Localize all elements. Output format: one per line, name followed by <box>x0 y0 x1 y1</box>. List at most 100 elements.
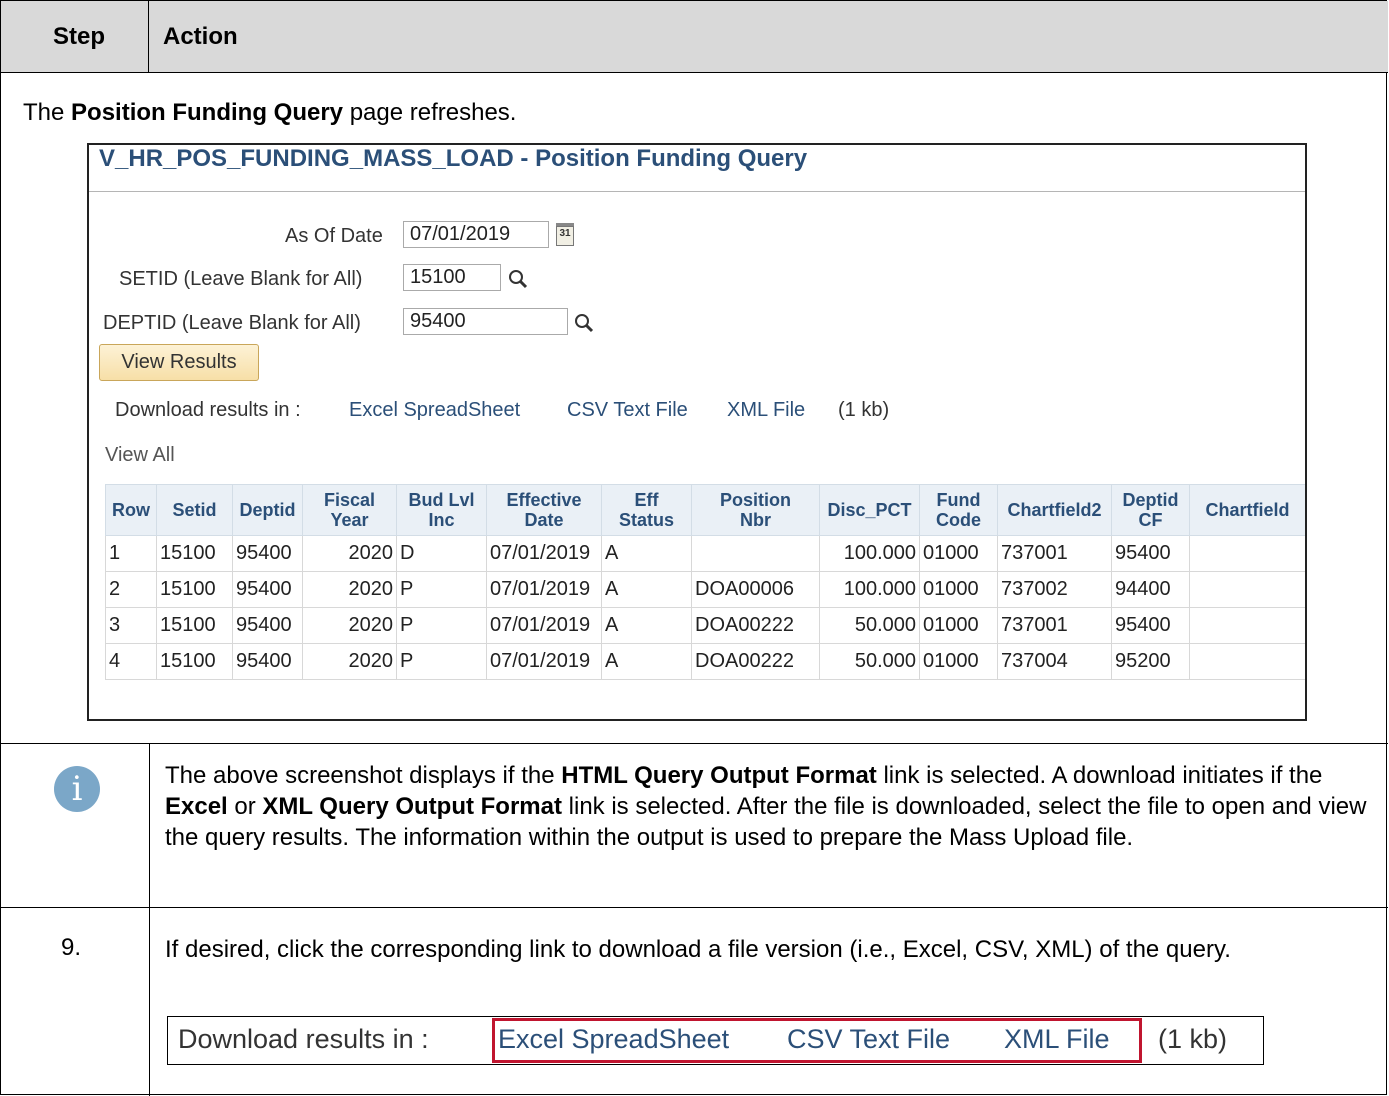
table-cell: A <box>601 571 692 608</box>
table-cell: 2020 <box>302 607 397 644</box>
table-cell <box>1189 535 1305 572</box>
csv-link[interactable]: CSV Text File <box>567 399 688 422</box>
step-9-text: If desired, click the corresponding link… <box>165 936 1231 963</box>
info-row: i The above screenshot displays if the H… <box>1 744 1388 908</box>
column-header: Chartfield <box>1189 484 1305 536</box>
table-cell: 15100 <box>156 535 233 572</box>
table-cell: 3 <box>105 607 157 644</box>
table-cell: D <box>396 535 487 572</box>
search-icon[interactable] <box>573 312 595 334</box>
column-header: Setid <box>156 484 233 536</box>
table-cell: 737001 <box>997 535 1112 572</box>
table-cell: 95400 <box>1111 607 1190 644</box>
table-row: 1 15100 95400 2020 D 07/01/2019 A 100.000 01000 7… <box>105 535 1305 572</box>
file-size: (1 kb) <box>1158 1024 1228 1054</box>
table-cell: DOA00222 <box>691 607 820 644</box>
file-size: (1 kb) <box>838 399 890 421</box>
search-icon[interactable] <box>507 268 529 290</box>
table-cell: A <box>601 643 692 680</box>
highlight-box <box>492 1018 1142 1063</box>
table-cell <box>691 535 820 572</box>
table-row: 3 15100 95400 2020 P 07/01/2019 A DOA00222 50.00… <box>105 607 1305 644</box>
info-text: The above screenshot displays if the HTM… <box>165 762 1367 851</box>
table-cell: 01000 <box>919 535 998 572</box>
intro-text: The Position Funding Query page refreshe… <box>23 99 517 126</box>
table-row: 4 15100 95400 2020 P 07/01/2019 A DOA00222 50.00… <box>105 643 1305 680</box>
table-cell: 1 <box>105 535 157 572</box>
results-grid: Row Setid Deptid Fiscal Year Bud Lvl Inc Effect… <box>105 484 1305 680</box>
table-cell <box>1189 607 1305 644</box>
column-header: Disc_PCT <box>819 484 920 536</box>
header-action: Action <box>163 23 238 50</box>
deptid-label: DEPTID (Leave Blank for All) <box>103 312 361 334</box>
table-cell: P <box>396 607 487 644</box>
table-cell: 2020 <box>302 535 397 572</box>
table-cell: DOA00006 <box>691 571 820 608</box>
instruction-table: Step Action The Position Funding Query p… <box>0 0 1388 1096</box>
table-cell: P <box>396 571 487 608</box>
column-header: Effective Date <box>486 484 602 536</box>
download-label: Download results in : <box>115 399 301 421</box>
table-cell: 07/01/2019 <box>486 571 602 608</box>
as-of-date-label: As Of Date <box>285 225 383 247</box>
table-cell: A <box>601 535 692 572</box>
table-row: 2 15100 95400 2020 P 07/01/2019 A DOA00006 100.0… <box>105 571 1305 608</box>
view-results-button[interactable]: View Results <box>99 344 259 381</box>
deptid-input[interactable]: 95400 <box>403 308 568 335</box>
table-cell: 2020 <box>302 571 397 608</box>
grid-header-row: Row Setid Deptid Fiscal Year Bud Lvl Inc Effect… <box>105 484 1305 536</box>
table-cell: 50.000 <box>819 643 920 680</box>
intro-row: The Position Funding Query page refreshe… <box>1 73 1388 744</box>
table-cell: 95400 <box>232 643 303 680</box>
table-cell <box>1189 571 1305 608</box>
table-cell: 100.000 <box>819 571 920 608</box>
table-cell <box>1189 643 1305 680</box>
xml-link[interactable]: XML File <box>727 399 805 422</box>
table-cell: P <box>396 643 487 680</box>
column-header: Deptid CF <box>1111 484 1190 536</box>
column-header: Bud Lvl Inc <box>396 484 487 536</box>
table-cell: 07/01/2019 <box>486 643 602 680</box>
column-header: Deptid <box>232 484 303 536</box>
column-header: Eff Status <box>601 484 692 536</box>
table-cell: 50.000 <box>819 607 920 644</box>
table-cell: 737001 <box>997 607 1112 644</box>
step-9-row: 9. If desired, click the corresponding l… <box>1 908 1388 1096</box>
table-cell: 95400 <box>1111 535 1190 572</box>
table-cell: 2 <box>105 571 157 608</box>
query-screenshot: V_HR_POS_FUNDING_MASS_LOAD - Position Fu… <box>87 143 1307 721</box>
column-header: Row <box>105 484 157 536</box>
table-cell: 737004 <box>997 643 1112 680</box>
as-of-date-input[interactable]: 07/01/2019 <box>403 221 549 248</box>
table-cell: 01000 <box>919 607 998 644</box>
table-cell: DOA00222 <box>691 643 820 680</box>
setid-input[interactable]: 15100 <box>403 264 501 291</box>
info-icon: i <box>54 766 100 812</box>
excel-link[interactable]: Excel SpreadSheet <box>349 399 520 422</box>
calendar-icon[interactable]: 31 <box>556 223 574 246</box>
table-cell: 2020 <box>302 643 397 680</box>
download-links-callout: Download results in : Excel SpreadSheet … <box>167 1016 1264 1065</box>
info-cell: i <box>1 744 150 907</box>
step-number: 9. <box>61 934 82 961</box>
table-cell: 07/01/2019 <box>486 607 602 644</box>
title-divider <box>89 191 1305 192</box>
header-step: Step <box>1 1 149 72</box>
table-header: Step Action <box>1 1 1388 73</box>
column-header: Fund Code <box>919 484 998 536</box>
column-header: Position Nbr <box>691 484 820 536</box>
table-cell: 01000 <box>919 571 998 608</box>
table-cell: 95400 <box>232 607 303 644</box>
table-cell: 4 <box>105 643 157 680</box>
setid-label: SETID (Leave Blank for All) <box>119 268 363 290</box>
view-all-link[interactable]: View All <box>105 444 175 467</box>
table-cell: 100.000 <box>819 535 920 572</box>
table-cell: A <box>601 607 692 644</box>
step-number-cell: 9. <box>1 908 150 1096</box>
table-cell: 95400 <box>232 571 303 608</box>
table-cell: 15100 <box>156 643 233 680</box>
table-cell: 94400 <box>1111 571 1190 608</box>
column-header: Fiscal Year <box>302 484 397 536</box>
table-cell: 95200 <box>1111 643 1190 680</box>
table-cell: 01000 <box>919 643 998 680</box>
